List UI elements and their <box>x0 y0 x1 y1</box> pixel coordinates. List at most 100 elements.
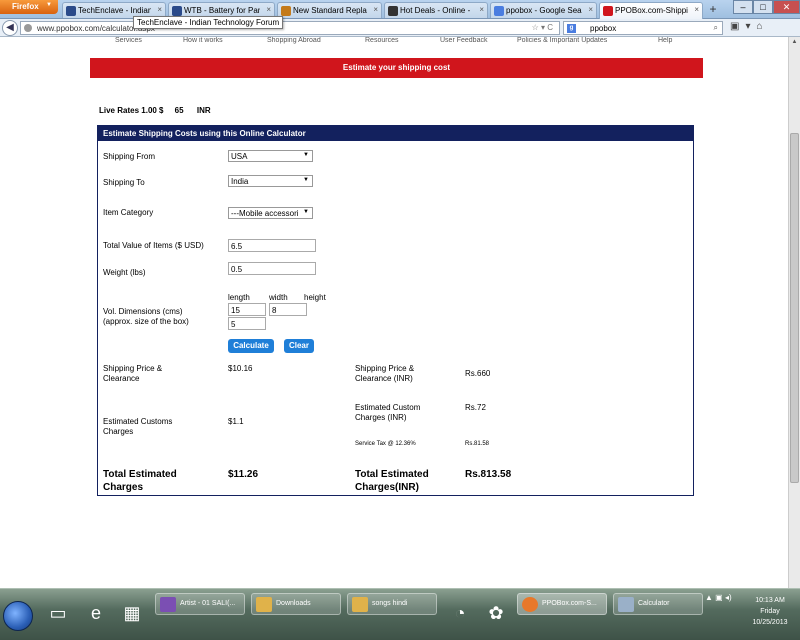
chevron-down-icon: ▼ <box>303 209 309 215</box>
maximize-button[interactable]: □ <box>753 0 773 14</box>
tab-google-search[interactable]: ppobox - Google Search × <box>490 2 597 18</box>
length-label: length <box>228 293 250 302</box>
shipping-from-select[interactable]: USA ▼ <box>228 150 313 162</box>
scrollbar-thumb[interactable] <box>790 133 799 483</box>
url-bar-actions[interactable]: ☆ ▾ C <box>532 23 553 32</box>
total-inr-label-line2: Charges(INR) <box>355 482 419 493</box>
nav-link-user-feedback[interactable]: User Feedback <box>440 37 487 44</box>
item-category-value: ---Mobile accessori <box>231 209 299 218</box>
tab-hot-deals[interactable]: Hot Deals - Online - D... × <box>384 2 488 18</box>
tab-title: WTB - Battery for Pant... <box>184 6 260 15</box>
new-tab-button[interactable]: + <box>705 3 721 17</box>
scroll-up-icon[interactable]: ▲ <box>789 37 800 48</box>
customs-label: Estimated Customs <box>103 417 173 426</box>
service-tax-value: Rs.81.58 <box>465 441 490 447</box>
google-icon[interactable]: g <box>567 24 576 33</box>
clock-date: 10/25/2013 <box>752 619 788 626</box>
total-value-label: Total Value of Items ($ USD) <box>103 241 204 250</box>
vertical-scrollbar[interactable]: ▲ <box>788 37 800 588</box>
chevron-down-icon[interactable]: ▾ <box>745 21 756 32</box>
site-identity-icon[interactable] <box>24 24 32 32</box>
search-bar[interactable]: g ppobox ⌕ <box>563 21 723 35</box>
tab-favicon-icon <box>66 6 76 16</box>
site-top-nav: Services How it works Shopping Abroad Re… <box>90 37 703 46</box>
media-pinned-icon[interactable]: ▦ <box>114 595 150 631</box>
network-icon[interactable]: ▣ <box>715 593 723 602</box>
minimize-button[interactable]: – <box>733 0 753 14</box>
height-input[interactable]: 5 <box>228 317 266 330</box>
tab-title: PPOBox.com-Shippin... <box>615 6 688 15</box>
shipping-from-label: Shipping From <box>103 152 156 161</box>
close-tab-icon[interactable]: × <box>588 5 593 14</box>
weight-input[interactable]: 0.5 <box>228 262 316 275</box>
search-icon[interactable]: ⌕ <box>714 23 718 33</box>
calculate-button[interactable]: Calculate <box>228 339 274 353</box>
volume-icon[interactable]: ◂) <box>725 593 732 602</box>
nav-link-resources[interactable]: Resources <box>365 37 398 44</box>
firefox-menu-label: Firefox <box>12 2 39 11</box>
clear-button[interactable]: Clear <box>284 339 314 353</box>
taskbar-item-downloads[interactable]: Downloads <box>251 593 341 615</box>
nav-link-services[interactable]: Services <box>115 37 142 44</box>
search-input[interactable]: ppobox <box>590 24 616 33</box>
close-tab-icon[interactable]: × <box>479 5 484 14</box>
taskbar-item-songs-hindi[interactable]: songs hindi <box>347 593 437 615</box>
tray-expand-icon[interactable]: ▲ <box>705 593 713 602</box>
explorer-pinned-icon[interactable]: ▭ <box>40 595 76 631</box>
shipping-price-inr-value: Rs.660 <box>465 369 491 378</box>
system-tray: ▲ ▣ ◂) <box>705 593 732 602</box>
start-button[interactable] <box>3 601 33 631</box>
pinned-app-icon[interactable]: ◔ <box>442 595 478 631</box>
live-rates-inr: 65 <box>174 106 184 115</box>
dropdown-icon[interactable]: ▾ <box>541 23 545 32</box>
taskbar-item-calculator[interactable]: Calculator <box>613 593 703 615</box>
taskbar-item-firefox[interactable]: PPOBox.com-S... <box>517 593 607 615</box>
shipping-to-select[interactable]: India ▼ <box>228 175 313 187</box>
shipping-price-label-line2: Clearance <box>103 374 140 383</box>
length-input[interactable]: 15 <box>228 303 266 316</box>
total-value-input[interactable]: 6.5 <box>228 239 316 252</box>
tab-new-standard[interactable]: New Standard Replace... × <box>277 2 382 18</box>
live-rates-usd: 1.00 $ <box>141 106 164 115</box>
reload-icon[interactable]: C <box>547 23 553 32</box>
home-icon[interactable]: ⌂ <box>756 21 768 32</box>
tab-title: TechEnclave - Indian ... <box>78 6 151 15</box>
calculator-header: Estimate Shipping Costs using this Onlin… <box>98 126 693 141</box>
system-clock[interactable]: 10:13 AM Friday 10/25/2013 <box>745 595 795 628</box>
firefox-menu-button[interactable]: Firefox ▼ <box>0 0 58 14</box>
back-button[interactable]: ◀ <box>2 20 18 36</box>
nav-link-shopping-abroad[interactable]: Shopping Abroad <box>267 37 321 44</box>
nav-link-help[interactable]: Help <box>658 37 672 44</box>
tab-favicon-icon <box>494 6 504 16</box>
taskbar-item-label: songs hindi <box>372 600 408 607</box>
close-tab-icon[interactable]: × <box>157 5 162 14</box>
shipping-price-inr-label-line2: Clearance (INR) <box>355 374 413 383</box>
shipping-price-label: Shipping Price & <box>103 364 163 373</box>
close-tab-icon[interactable]: × <box>266 5 271 14</box>
bookmark-star-icon[interactable]: ☆ <box>532 23 539 32</box>
taskbar-item-artist[interactable]: Artist - 01 SALI(... <box>155 593 245 615</box>
internet-explorer-icon[interactable]: e <box>78 595 114 631</box>
close-tab-icon[interactable]: × <box>373 5 378 14</box>
width-input[interactable]: 8 <box>269 303 307 316</box>
nav-link-policies[interactable]: Policies & Important Updates <box>517 37 607 44</box>
item-category-select[interactable]: ---Mobile accessori ▼ <box>228 207 313 219</box>
live-rates-label: Live Rates <box>99 106 140 115</box>
total-value: $11.26 <box>228 469 259 480</box>
taskbar-item-label: PPOBox.com-S... <box>542 600 597 607</box>
shipping-to-label: Shipping To <box>103 178 145 187</box>
custom-charges-inr-value: Rs.72 <box>465 403 486 412</box>
media-player-icon <box>160 597 176 612</box>
nav-link-how-it-works[interactable]: How it works <box>183 37 223 44</box>
live-rates-unit: INR <box>196 106 211 115</box>
live-rates: Live Rates 1.00 $ 65 INR <box>99 106 211 115</box>
pinned-tool-icon[interactable]: ✿ <box>478 595 514 631</box>
shipping-from-value: USA <box>231 152 248 161</box>
chevron-down-icon: ▼ <box>303 177 309 183</box>
url-bar[interactable]: www.ppobox.com/calculator.aspx ☆ ▾ C <box>20 21 560 35</box>
tab-ppobox[interactable]: PPOBox.com-Shippin... × <box>599 2 703 19</box>
bookmarks-icon[interactable]: ▣ <box>730 21 745 32</box>
close-tab-icon[interactable]: × <box>694 5 699 14</box>
tab-favicon-icon <box>172 6 182 16</box>
close-window-button[interactable]: ✕ <box>773 0 800 14</box>
